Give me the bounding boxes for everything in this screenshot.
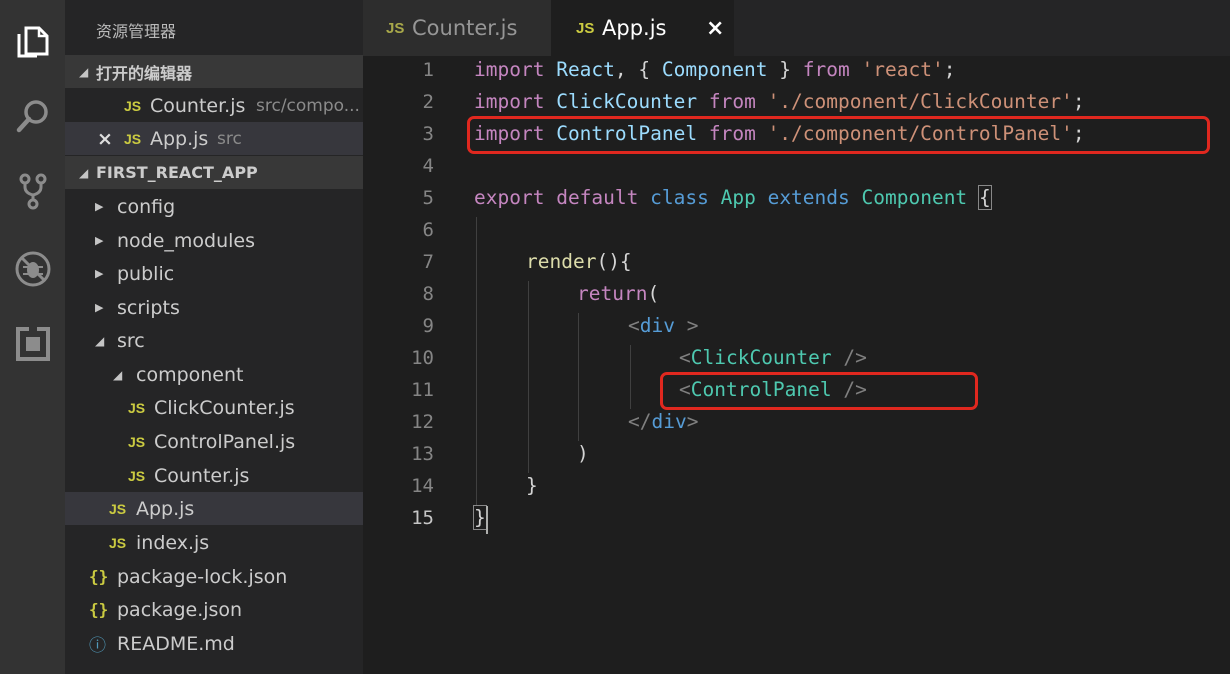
tree-file-index[interactable]: JS index.js xyxy=(65,526,363,559)
explorer-title: 资源管理器 xyxy=(96,22,177,41)
chevron-down-icon: ◢ xyxy=(79,165,89,180)
tab-app-js[interactable]: JS App.js × xyxy=(551,0,734,56)
project-header[interactable]: ◢ FIRST_REACT_APP xyxy=(65,156,363,189)
line-number: 10 xyxy=(411,347,434,369)
chevron-down-icon: ◢ xyxy=(79,64,89,79)
js-file-icon: JS xyxy=(109,500,127,517)
js-file-icon: JS xyxy=(128,399,146,416)
indent-guide xyxy=(528,281,529,473)
text-cursor xyxy=(486,506,488,534)
code-line-13: ) xyxy=(577,442,589,465)
code-line-14: } xyxy=(526,474,538,497)
tree-file-controlpanel[interactable]: JS ControlPanel.js xyxy=(65,425,363,458)
highlight-box-import-controlpanel xyxy=(467,116,1210,154)
info-icon: ⓘ xyxy=(89,636,106,656)
open-editor-item-app[interactable]: × JS App.js src xyxy=(65,122,363,155)
code-line-9: <div > xyxy=(628,314,699,337)
chevron-right-icon: ▶ xyxy=(95,200,104,213)
line-number: 5 xyxy=(422,187,434,209)
tree-folder-public[interactable]: ▶ public xyxy=(65,257,363,290)
code-line-7: render(){ xyxy=(526,250,632,273)
editor-tab-bar: JS Counter.js JS App.js × xyxy=(363,0,1230,56)
line-number: 4 xyxy=(422,155,434,177)
js-file-icon: JS xyxy=(386,19,405,37)
extensions-icon[interactable] xyxy=(0,314,65,374)
line-number: 2 xyxy=(422,91,434,113)
code-line-10: <ClickCounter /> xyxy=(679,346,867,369)
tree-file-readme[interactable]: ⓘ README.md xyxy=(65,627,363,660)
chevron-right-icon: ▶ xyxy=(95,267,104,280)
code-line-2: import ClickCounter from './component/Cl… xyxy=(474,90,1085,113)
code-line-1: import React, { Component } from 'react'… xyxy=(474,58,956,81)
indent-guide xyxy=(476,217,477,505)
open-editor-item-counter[interactable]: JS Counter.js src/compo... xyxy=(65,89,363,122)
bracket-match: } xyxy=(473,505,487,530)
tab-close-icon[interactable]: × xyxy=(706,16,724,41)
code-line-15: } xyxy=(473,505,487,530)
tree-folder-node-modules[interactable]: ▶ node_modules xyxy=(65,224,363,257)
js-file-icon: JS xyxy=(128,467,146,484)
chevron-right-icon: ▶ xyxy=(95,301,104,314)
open-editors-header[interactable]: ◢ 打开的编辑器 xyxy=(65,55,363,88)
line-number: 11 xyxy=(411,379,434,401)
line-number: 7 xyxy=(422,251,434,273)
line-number: 13 xyxy=(411,443,434,465)
close-icon[interactable]: × xyxy=(97,128,113,150)
indent-guide xyxy=(578,313,579,441)
tab-counter-js[interactable]: JS Counter.js xyxy=(363,0,551,56)
bracket-match: { xyxy=(977,185,992,210)
line-number: 8 xyxy=(422,283,434,305)
debug-icon[interactable] xyxy=(0,239,65,299)
highlight-box-controlpanel-tag xyxy=(660,372,978,410)
explorer-sidebar: 资源管理器 ◢ 打开的编辑器 JS Counter.js src/compo..… xyxy=(65,0,363,674)
code-line-5: export default class App extends Compone… xyxy=(474,185,992,210)
files-icon[interactable] xyxy=(0,11,65,71)
line-number: 14 xyxy=(411,475,434,497)
json-file-icon: {} xyxy=(89,567,109,586)
line-number: 3 xyxy=(422,123,434,145)
code-editor[interactable]: 1 2 3 4 5 6 7 8 9 10 11 12 13 14 15 impo… xyxy=(363,56,1230,674)
tree-folder-config[interactable]: ▶ config xyxy=(65,190,363,223)
line-number: 9 xyxy=(422,315,434,337)
js-file-icon: JS xyxy=(109,534,127,551)
line-number: 12 xyxy=(411,411,434,433)
code-line-8: return( xyxy=(577,282,660,305)
js-file-icon: JS xyxy=(128,433,146,450)
tree-folder-component[interactable]: ◢ component xyxy=(65,358,363,391)
chevron-right-icon: ▶ xyxy=(95,234,104,247)
search-icon[interactable] xyxy=(0,86,65,146)
indent-guide xyxy=(630,345,631,409)
code-line-12: </div> xyxy=(628,410,699,433)
line-number: 6 xyxy=(422,219,434,241)
tree-file-package[interactable]: {} package.json xyxy=(65,593,363,626)
line-number: 1 xyxy=(422,59,434,81)
js-file-icon: JS xyxy=(124,130,142,147)
chevron-down-icon: ◢ xyxy=(113,367,123,382)
tree-folder-scripts[interactable]: ▶ scripts xyxy=(65,291,363,324)
js-file-icon: JS xyxy=(576,19,595,37)
tree-file-counter[interactable]: JS Counter.js xyxy=(65,459,363,492)
js-file-icon: JS xyxy=(124,97,142,114)
tree-file-app[interactable]: JS App.js xyxy=(65,492,363,525)
chevron-down-icon: ◢ xyxy=(95,333,105,348)
tree-file-package-lock[interactable]: {} package-lock.json xyxy=(65,560,363,593)
activity-bar xyxy=(0,0,65,674)
json-file-icon: {} xyxy=(89,600,109,619)
tree-folder-src[interactable]: ◢ src xyxy=(65,324,363,357)
line-number-current: 15 xyxy=(411,507,434,529)
tree-file-clickcounter[interactable]: JS ClickCounter.js xyxy=(65,391,363,424)
source-control-icon[interactable] xyxy=(0,161,65,221)
